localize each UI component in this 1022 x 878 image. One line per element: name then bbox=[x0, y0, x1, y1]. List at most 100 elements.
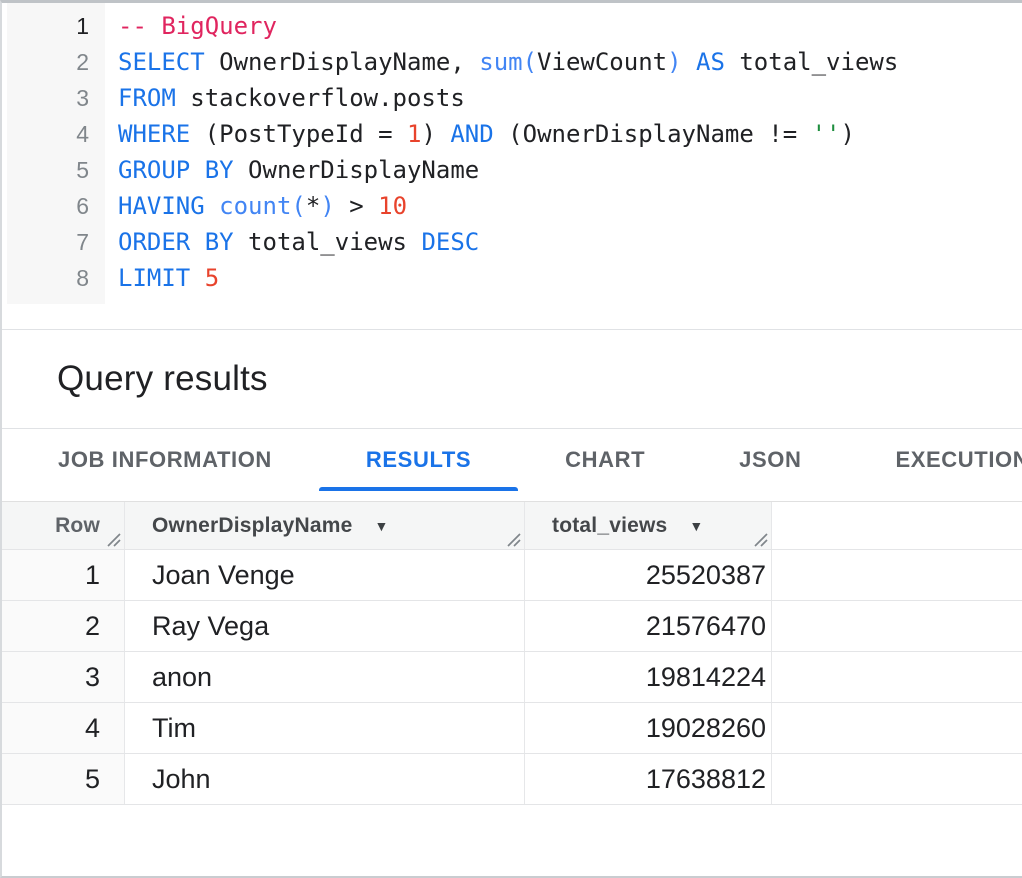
code-token: ORDER BY bbox=[118, 228, 234, 256]
line-number: 1 bbox=[7, 8, 89, 44]
line-number: 4 bbox=[7, 116, 89, 152]
code-line: HAVING count(*) > 10 bbox=[118, 188, 1022, 224]
header-cell-filler bbox=[772, 502, 1022, 549]
header-cell-row[interactable]: Row bbox=[2, 502, 125, 549]
line-number: 7 bbox=[7, 224, 89, 260]
tab-chart[interactable]: CHART bbox=[518, 429, 692, 491]
code-token: sum( bbox=[479, 48, 537, 76]
total-views-cell: 17638812 bbox=[525, 754, 772, 804]
code-token: (OwnerDisplayName != bbox=[494, 120, 812, 148]
code-token: ) bbox=[421, 120, 450, 148]
code-token: count( bbox=[219, 192, 306, 220]
code-token: ) bbox=[841, 120, 855, 148]
filler-cell bbox=[772, 703, 1022, 753]
table-row: 5John17638812 bbox=[2, 754, 1022, 805]
code-line: -- BigQuery bbox=[118, 8, 1022, 44]
table-row: 3anon19814224 bbox=[2, 652, 1022, 703]
line-number: 5 bbox=[7, 152, 89, 188]
tab-bar: JOB INFORMATIONRESULTSCHARTJSONEXECUTION… bbox=[2, 429, 1022, 491]
table-header-row: Row OwnerDisplayName ▼ total_views ▼ bbox=[2, 502, 1022, 550]
code-token: 5 bbox=[205, 264, 219, 292]
code-token: '' bbox=[812, 120, 841, 148]
empty-area bbox=[2, 805, 1022, 876]
tab-execution-details[interactable]: EXECUTION DETAILS bbox=[848, 429, 1022, 491]
code-token: SELECT bbox=[118, 48, 205, 76]
editor-gutter: 12345678 bbox=[7, 3, 105, 304]
tab-json[interactable]: JSON bbox=[692, 429, 848, 491]
line-number: 2 bbox=[7, 44, 89, 80]
filler-cell bbox=[772, 754, 1022, 804]
code-token: ) bbox=[667, 48, 681, 76]
line-number: 8 bbox=[7, 260, 89, 296]
total-views-cell: 19814224 bbox=[525, 652, 772, 702]
code-token: > bbox=[335, 192, 378, 220]
code-token: AND bbox=[450, 120, 493, 148]
code-token: stackoverflow.posts bbox=[176, 84, 465, 112]
code-line: ORDER BY total_views DESC bbox=[118, 224, 1022, 260]
column-dropdown-arrow-icon[interactable]: ▼ bbox=[374, 519, 388, 533]
code-token: LIMIT bbox=[118, 264, 190, 292]
column-resize-grip-icon[interactable] bbox=[104, 530, 121, 547]
code-token: GROUP BY bbox=[118, 156, 234, 184]
row-number-cell: 5 bbox=[2, 754, 125, 804]
line-number: 6 bbox=[7, 188, 89, 224]
code-line: LIMIT 5 bbox=[118, 260, 1022, 296]
column-label-ownerdisplayname: OwnerDisplayName bbox=[152, 514, 352, 538]
line-number: 3 bbox=[7, 80, 89, 116]
code-token: OwnerDisplayName bbox=[234, 156, 480, 184]
owner-name-cell: Ray Vega bbox=[125, 601, 525, 651]
code-line: WHERE (PostTypeId = 1) AND (OwnerDisplay… bbox=[118, 116, 1022, 152]
code-token: total_views bbox=[234, 228, 422, 256]
sql-editor[interactable]: 12345678 -- BigQuerySELECT OwnerDisplayN… bbox=[2, 3, 1022, 330]
column-resize-grip-icon[interactable] bbox=[751, 530, 768, 547]
total-views-cell: 21576470 bbox=[525, 601, 772, 651]
code-token: AS bbox=[696, 48, 725, 76]
owner-name-cell: Joan Venge bbox=[125, 550, 525, 600]
code-token: 10 bbox=[378, 192, 407, 220]
column-resize-grip-icon[interactable] bbox=[504, 530, 521, 547]
owner-name-cell: anon bbox=[125, 652, 525, 702]
code-token: OwnerDisplayName, bbox=[205, 48, 480, 76]
filler-cell bbox=[772, 652, 1022, 702]
table-row: 2Ray Vega21576470 bbox=[2, 601, 1022, 652]
total-views-cell: 19028260 bbox=[525, 703, 772, 753]
column-dropdown-arrow-icon[interactable]: ▼ bbox=[689, 519, 703, 533]
header-cell-ownerdisplayname[interactable]: OwnerDisplayName ▼ bbox=[125, 502, 525, 549]
tab-job-information[interactable]: JOB INFORMATION bbox=[11, 429, 319, 491]
row-number-cell: 2 bbox=[2, 601, 125, 651]
table-row: 1Joan Venge25520387 bbox=[2, 550, 1022, 601]
table-body: 1Joan Venge255203872Ray Vega215764703ano… bbox=[2, 550, 1022, 805]
code-line: SELECT OwnerDisplayName, sum(ViewCount) … bbox=[118, 44, 1022, 80]
editor-code[interactable]: -- BigQuerySELECT OwnerDisplayName, sum(… bbox=[105, 3, 1022, 296]
owner-name-cell: John bbox=[125, 754, 525, 804]
code-token: HAVING bbox=[118, 192, 205, 220]
total-views-cell: 25520387 bbox=[525, 550, 772, 600]
code-token bbox=[682, 48, 696, 76]
code-token: DESC bbox=[421, 228, 479, 256]
row-number-cell: 1 bbox=[2, 550, 125, 600]
filler-cell bbox=[772, 550, 1022, 600]
code-token: 1 bbox=[407, 120, 421, 148]
query-results-title: Query results bbox=[57, 359, 268, 399]
code-token: * bbox=[306, 192, 320, 220]
column-label-row: Row bbox=[55, 514, 100, 538]
bigquery-query-panel: 12345678 -- BigQuerySELECT OwnerDisplayN… bbox=[0, 0, 1022, 878]
code-token: WHERE bbox=[118, 120, 190, 148]
query-results-header: Query results bbox=[2, 330, 1022, 429]
code-line: GROUP BY OwnerDisplayName bbox=[118, 152, 1022, 188]
code-token: FROM bbox=[118, 84, 176, 112]
row-number-cell: 4 bbox=[2, 703, 125, 753]
code-token: (PostTypeId = bbox=[190, 120, 407, 148]
code-token bbox=[190, 264, 204, 292]
results-table: Row OwnerDisplayName ▼ total_views ▼ bbox=[2, 501, 1022, 805]
code-token: ) bbox=[320, 192, 334, 220]
filler-cell bbox=[772, 601, 1022, 651]
code-token: total_views bbox=[725, 48, 898, 76]
tab-results[interactable]: RESULTS bbox=[319, 429, 518, 491]
code-line: FROM stackoverflow.posts bbox=[118, 80, 1022, 116]
code-token bbox=[205, 192, 219, 220]
owner-name-cell: Tim bbox=[125, 703, 525, 753]
table-row: 4Tim19028260 bbox=[2, 703, 1022, 754]
column-label-total-views: total_views bbox=[552, 514, 667, 538]
header-cell-total-views[interactable]: total_views ▼ bbox=[525, 502, 772, 549]
